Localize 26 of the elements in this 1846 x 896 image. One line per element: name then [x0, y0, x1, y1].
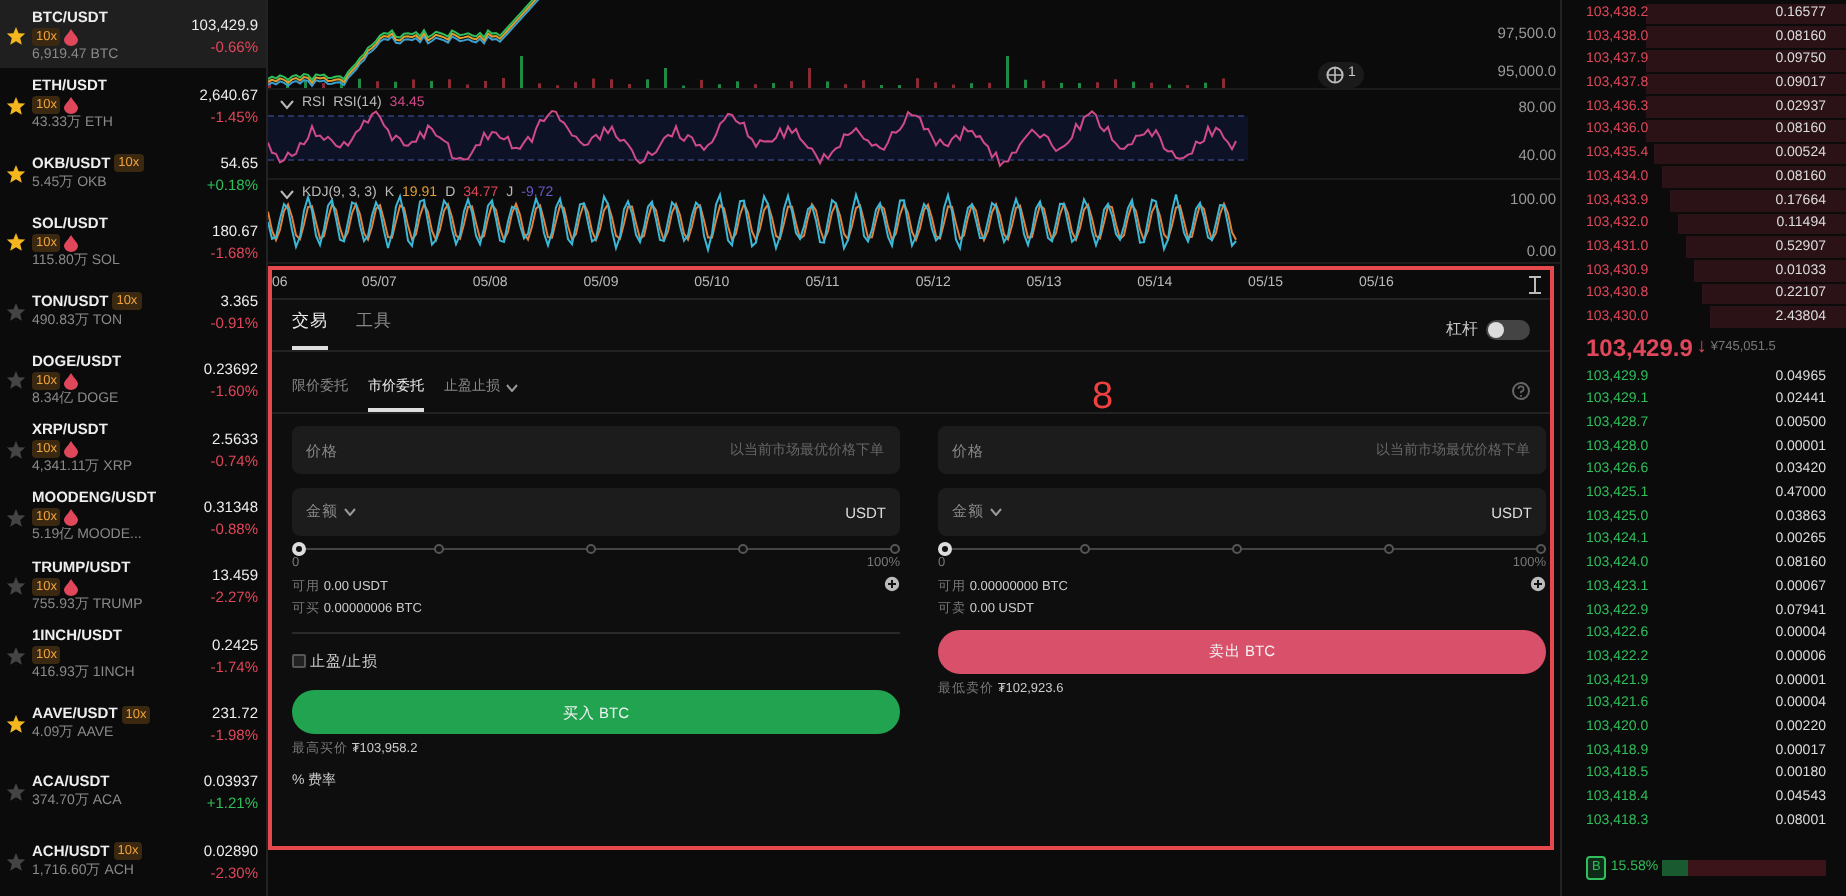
- checkbox[interactable]: [292, 654, 306, 669]
- slider-thumb[interactable]: [292, 542, 306, 556]
- depth-bar: [1710, 306, 1846, 329]
- tab[interactable]: 交易: [292, 308, 328, 350]
- help-icon: [1512, 382, 1530, 401]
- depth-bar: [1702, 283, 1846, 305]
- plus-circle-icon: [1530, 576, 1546, 592]
- i-beam-icon: [1528, 275, 1542, 293]
- annotation-label: 8: [1092, 374, 1114, 422]
- chevron-down-icon: [280, 99, 294, 110]
- tab[interactable]: 工具: [356, 308, 392, 350]
- chevron-down-icon: [506, 383, 518, 392]
- amount-field[interactable]: [938, 488, 1546, 536]
- chevron-down-icon: [280, 189, 294, 200]
- leverage-label: 杠杆: [1446, 318, 1478, 342]
- slider[interactable]: [292, 542, 900, 556]
- chevron-down-icon: [344, 507, 356, 516]
- last-price: 103,429.9: [1586, 331, 1693, 366]
- amount-field[interactable]: [292, 488, 900, 536]
- plus-circle-icon: [884, 576, 900, 592]
- leverage-switch[interactable]: [1486, 320, 1530, 340]
- slider-thumb[interactable]: [938, 542, 952, 556]
- chevron-down-icon: [990, 507, 1002, 516]
- globe-icon: [1326, 65, 1344, 84]
- trend-arrow: ↓: [1696, 334, 1707, 363]
- slider[interactable]: [938, 542, 1546, 556]
